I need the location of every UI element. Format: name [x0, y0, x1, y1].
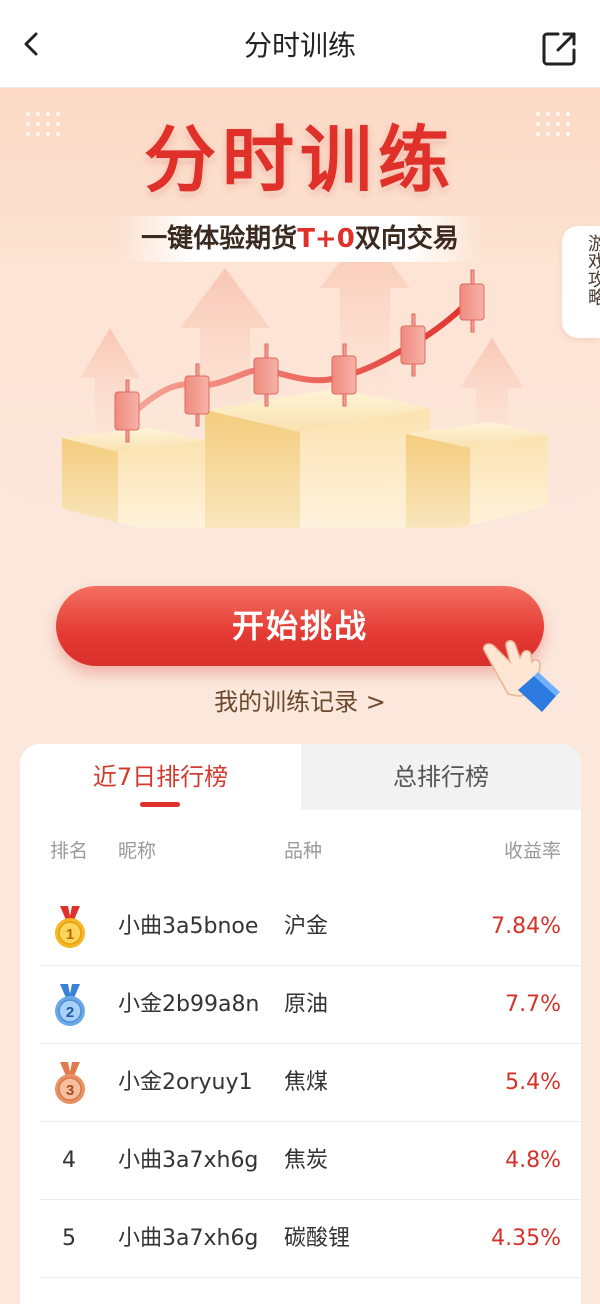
hero-banner: 分时训练 一键体验期货T+0双向交易 游戏攻略 [0, 88, 600, 548]
yield-cell: 5.4% [505, 1070, 561, 1095]
active-tab-indicator [140, 802, 180, 807]
silver-medal-icon: 2 [55, 984, 85, 1026]
training-record-link[interactable]: 我的训练记录 > [0, 686, 600, 718]
game-guide-label: 游戏攻略 [585, 234, 600, 306]
column-header-nickname: 昵称 [118, 840, 157, 862]
svg-text:1: 1 [66, 926, 74, 943]
nickname-cell: 小曲3a7xh6g [118, 1226, 259, 1251]
leaderboard-card: 近7日排行榜 总排行榜 排名 昵称 品种 收益率 1 小曲3a5bnoe 沪金 … [20, 744, 581, 1304]
page-title: 分时训练 [243, 29, 356, 62]
product-cell: 碳酸锂 [284, 1226, 351, 1251]
subtitle-highlight: T+0 [297, 224, 355, 254]
navigation-bar: 分时训练 [0, 0, 600, 88]
rank-number: 4 [62, 1148, 76, 1173]
share-icon[interactable] [540, 28, 580, 68]
column-header-yield: 收益率 [503, 840, 561, 862]
gold-medal-icon: 1 [55, 906, 85, 948]
nickname-cell: 小金2b99a8n [118, 992, 260, 1017]
table-row: 5 小曲3a7xh6g 碳酸锂 4.35% [20, 1200, 581, 1278]
nickname-cell: 小曲3a7xh6g [118, 1148, 259, 1173]
table-row: 2 小金2b99a8n 原油 7.7% [20, 966, 581, 1044]
game-guide-tab[interactable]: 游戏攻略 [562, 226, 600, 338]
tab-weekly-label: 近7日排行榜 [92, 763, 229, 791]
svg-text:2: 2 [66, 1004, 74, 1021]
nickname-cell: 小曲3a5bnoe [118, 914, 259, 939]
bronze-medal-icon: 3 [55, 1062, 85, 1104]
column-header-product: 品种 [284, 840, 323, 862]
table-row: 3 小金2oryuy1 焦煤 5.4% [20, 1044, 581, 1122]
product-cell: 焦煤 [284, 1070, 329, 1095]
yield-cell: 4.8% [505, 1148, 561, 1173]
column-header-rank: 排名 [50, 840, 89, 862]
subtitle-prefix: 一键体验期货 [141, 224, 298, 254]
tab-total-label: 总排行榜 [393, 763, 489, 791]
table-row: 4 小曲3a7xh6g 焦炭 4.8% [20, 1122, 581, 1200]
table-row: 1 小曲3a5bnoe 沪金 7.84% [20, 888, 581, 966]
nickname-cell: 小金2oryuy1 [118, 1070, 253, 1095]
rank-number: 5 [62, 1226, 76, 1251]
product-cell: 原油 [284, 992, 329, 1017]
product-cell: 焦炭 [284, 1148, 329, 1173]
row-divider [40, 1277, 581, 1278]
svg-text:3: 3 [66, 1082, 74, 1099]
subtitle-suffix: 双向交易 [354, 224, 459, 254]
start-challenge-button[interactable]: 开始挑战 [56, 586, 544, 666]
yield-cell: 4.35% [491, 1226, 561, 1251]
product-cell: 沪金 [284, 914, 329, 939]
yield-cell: 7.7% [505, 992, 561, 1017]
hero-subtitle: 一键体验期货T+0双向交易 [0, 222, 600, 256]
yield-cell: 7.84% [491, 914, 561, 939]
tab-total-ranking[interactable]: 总排行榜 [301, 744, 581, 810]
tab-weekly-ranking[interactable]: 近7日排行榜 [20, 744, 301, 810]
start-challenge-label: 开始挑战 [231, 607, 368, 645]
hero-title: 分时训练 [143, 118, 456, 202]
